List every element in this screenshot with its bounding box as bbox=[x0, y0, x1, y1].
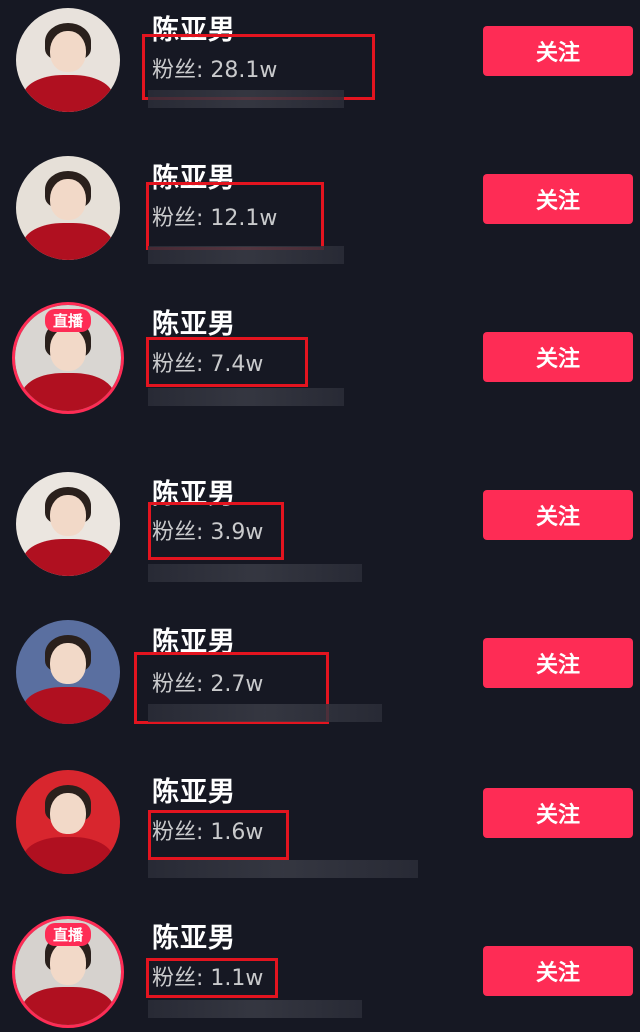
follow-button[interactable]: 关注 bbox=[483, 26, 633, 76]
blurred-bio bbox=[148, 90, 344, 108]
live-badge: 直播 bbox=[44, 923, 92, 946]
avatar-face bbox=[50, 642, 86, 685]
avatar-face bbox=[49, 328, 87, 371]
avatar-face bbox=[50, 30, 86, 73]
avatar-dress bbox=[22, 372, 114, 411]
avatar-dress bbox=[23, 836, 113, 874]
avatar[interactable] bbox=[16, 620, 120, 724]
user-row[interactable]: 陈亚男 粉丝: 3.9w 关注 bbox=[0, 472, 640, 582]
follow-button[interactable]: 关注 bbox=[483, 332, 633, 382]
avatar-live[interactable]: 直播 bbox=[12, 916, 124, 1028]
user-name[interactable]: 陈亚男 bbox=[152, 770, 236, 809]
user-search-results: 陈亚男 粉丝: 28.1w 关注 陈亚男 粉丝: 12.1w 关注 直播 陈亚男… bbox=[0, 0, 640, 1032]
avatar-dress bbox=[23, 74, 113, 112]
blurred-bio bbox=[148, 246, 344, 264]
highlight-box bbox=[146, 337, 308, 387]
avatar[interactable] bbox=[16, 156, 120, 260]
follow-button[interactable]: 关注 bbox=[483, 946, 633, 996]
highlight-box bbox=[146, 182, 324, 250]
avatar-dress bbox=[22, 986, 114, 1025]
blurred-bio bbox=[148, 1000, 362, 1018]
user-row[interactable]: 陈亚男 粉丝: 28.1w 关注 bbox=[0, 8, 640, 118]
highlight-box bbox=[146, 958, 278, 998]
avatar-face bbox=[50, 178, 86, 221]
user-name[interactable]: 陈亚男 bbox=[152, 916, 236, 955]
follow-button[interactable]: 关注 bbox=[483, 638, 633, 688]
avatar-face bbox=[49, 942, 87, 985]
user-row[interactable]: 陈亚男 粉丝: 12.1w 关注 bbox=[0, 156, 640, 266]
follow-button[interactable]: 关注 bbox=[483, 788, 633, 838]
avatar[interactable] bbox=[16, 8, 120, 112]
highlight-box bbox=[148, 810, 289, 860]
user-name[interactable]: 陈亚男 bbox=[152, 302, 236, 341]
follow-button[interactable]: 关注 bbox=[483, 490, 633, 540]
avatar-face bbox=[50, 494, 86, 537]
blurred-bio bbox=[148, 564, 362, 582]
highlight-box bbox=[148, 502, 284, 560]
avatar-dress bbox=[23, 222, 113, 260]
blurred-bio bbox=[148, 860, 418, 878]
avatar[interactable] bbox=[16, 770, 120, 874]
user-row[interactable]: 陈亚男 粉丝: 1.6w 关注 bbox=[0, 770, 640, 880]
blurred-bio bbox=[148, 388, 344, 406]
blurred-bio bbox=[148, 704, 382, 722]
user-row[interactable]: 直播 陈亚男 粉丝: 1.1w 关注 bbox=[0, 916, 640, 1028]
user-row[interactable]: 直播 陈亚男 粉丝: 7.4w 关注 bbox=[0, 302, 640, 414]
avatar-dress bbox=[23, 538, 113, 576]
live-badge: 直播 bbox=[44, 309, 92, 332]
avatar-dress bbox=[23, 686, 113, 724]
avatar-face bbox=[50, 792, 86, 835]
avatar[interactable] bbox=[16, 472, 120, 576]
follow-button[interactable]: 关注 bbox=[483, 174, 633, 224]
avatar-live[interactable]: 直播 bbox=[12, 302, 124, 414]
user-row[interactable]: 陈亚男 粉丝: 2.7w 关注 bbox=[0, 620, 640, 730]
